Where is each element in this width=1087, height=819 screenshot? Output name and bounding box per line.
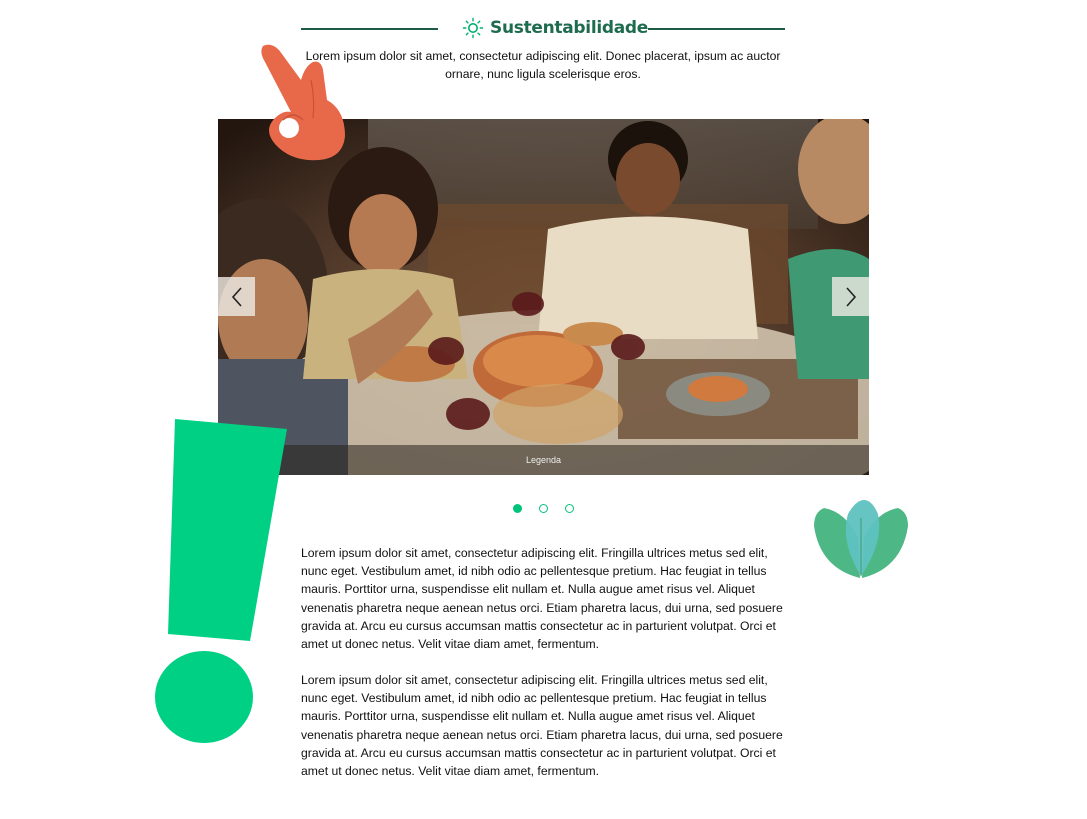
carousel-dot-3[interactable]	[565, 504, 574, 513]
page-title: Sustentabilidade	[490, 18, 649, 38]
carousel-dot-2[interactable]	[539, 504, 548, 513]
sun-icon	[462, 17, 484, 39]
carousel-next-button[interactable]	[832, 277, 869, 316]
chevron-left-icon	[231, 286, 242, 307]
carousel-slide-image	[218, 119, 869, 475]
exclamation-mark-icon	[155, 419, 287, 743]
caption-bar: Legenda	[218, 445, 869, 475]
section-header: Sustentabilidade	[462, 17, 648, 39]
image-carousel[interactable]: Legenda	[218, 119, 869, 475]
body-paragraph-1: Lorem ipsum dolor sit amet, consectetur …	[301, 546, 783, 652]
carousel-pagination	[513, 504, 574, 513]
header-divider-left	[301, 28, 438, 30]
chevron-right-icon	[845, 286, 856, 307]
slide-caption: Legenda	[525, 455, 562, 465]
intro-text: Lorem ipsum dolor sit amet, consectetur …	[305, 49, 781, 81]
ok-hand-icon	[261, 44, 345, 161]
body-paragraph-2: Lorem ipsum dolor sit amet, consectetur …	[301, 673, 783, 779]
header-divider-right	[648, 28, 785, 30]
carousel-prev-button[interactable]	[218, 277, 255, 316]
carousel-dot-1[interactable]	[513, 504, 522, 513]
leaf-heart-icon	[814, 500, 908, 578]
